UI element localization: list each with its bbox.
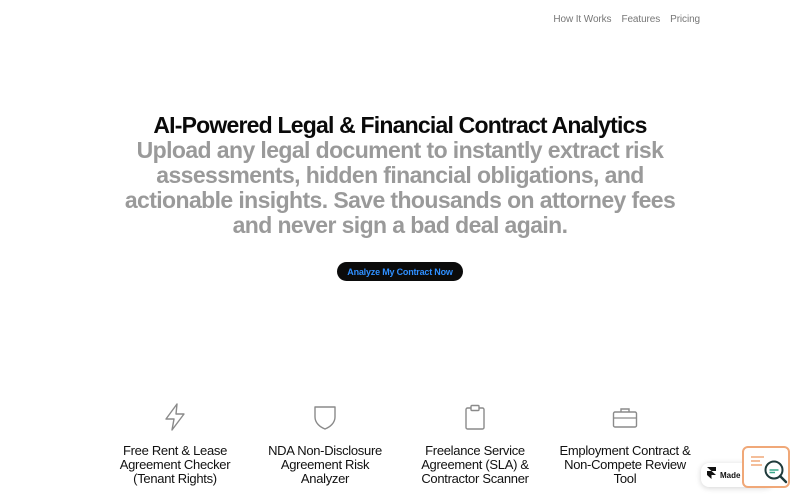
feature-title: Free Rent & Lease Agreement Checker (Ten… <box>119 443 231 486</box>
feature-card-freelance[interactable]: Freelance Service Agreement (SLA) & Cont… <box>400 402 550 486</box>
feature-card-employment[interactable]: Employment Contract & Non-Compete Review… <box>550 402 700 486</box>
lightning-icon <box>160 402 190 432</box>
magnifier-icon <box>762 458 788 489</box>
nav-features[interactable]: Features <box>621 14 660 25</box>
clipboard-icon <box>460 402 490 432</box>
feature-title: Employment Contract & Non-Compete Review… <box>559 443 691 486</box>
nav-how-it-works[interactable]: How It Works <box>553 14 611 25</box>
feature-title: NDA Non-Disclosure Agreement Risk Analyz… <box>268 443 382 486</box>
feature-card-rent[interactable]: Free Rent & Lease Agreement Checker (Ten… <box>100 402 250 486</box>
top-nav: How It Works Features Pricing <box>553 14 700 25</box>
analyze-contract-button[interactable]: Analyze My Contract Now <box>337 262 463 281</box>
framer-logo-icon <box>707 466 716 484</box>
hero-section: AI-Powered Legal & Financial Contract An… <box>0 112 800 238</box>
briefcase-icon <box>610 402 640 432</box>
shield-icon <box>310 402 340 432</box>
nav-pricing[interactable]: Pricing <box>670 14 700 25</box>
features-row: Free Rent & Lease Agreement Checker (Ten… <box>100 402 700 486</box>
hero-title: AI-Powered Legal & Financial Contract An… <box>153 112 647 138</box>
hero-subtitle: Upload any legal document to instantly e… <box>124 137 676 238</box>
feature-card-nda[interactable]: NDA Non-Disclosure Agreement Risk Analyz… <box>250 402 400 486</box>
feature-title: Freelance Service Agreement (SLA) & Cont… <box>421 443 529 486</box>
search-widget[interactable] <box>742 446 790 488</box>
